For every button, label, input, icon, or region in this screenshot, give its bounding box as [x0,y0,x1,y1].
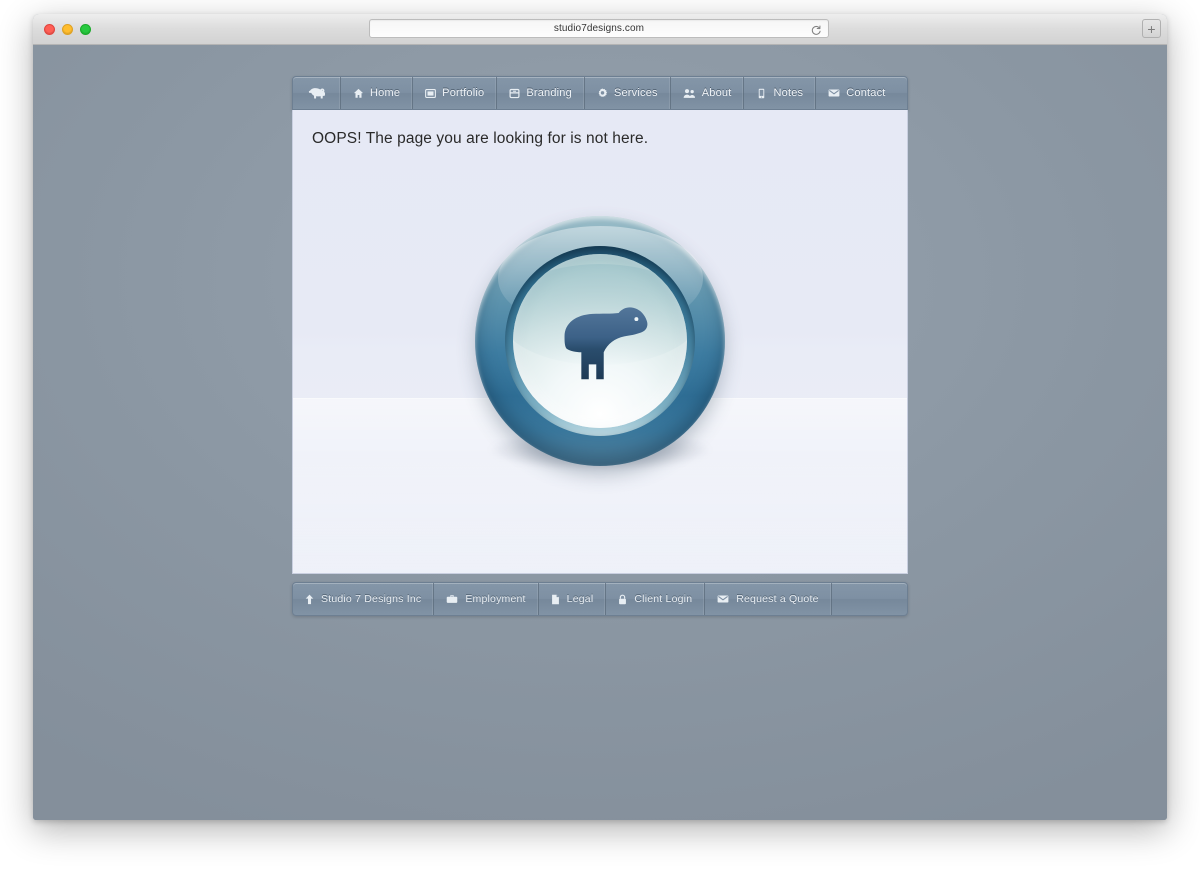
new-tab-button[interactable]: + [1142,19,1161,38]
nav-item-services[interactable]: Services [585,77,671,109]
briefcase-icon [446,594,458,604]
footer-item-legal[interactable]: Legal [539,583,607,615]
nav-item-label: Branding [526,87,572,99]
nav-item-label: Portfolio [442,87,485,99]
footer-item-label: Employment [465,593,526,605]
footer-item-studio-7-designs-inc[interactable]: Studio 7 Designs Inc [293,583,435,615]
website-container: Home Portfolio Branding Services About N… [292,76,908,616]
browser-titlebar: studio7designs.com + [33,14,1167,45]
footer-empty-segment [832,583,907,615]
nav-item-contact[interactable]: Contact [816,77,897,109]
nav-item-label: Services [613,87,658,99]
close-window-button[interactable] [44,24,55,35]
address-bar[interactable]: studio7designs.com [369,19,829,38]
browser-viewport: Home Portfolio Branding Services About N… [33,45,1167,820]
footer-item-label: Client Login [634,593,693,605]
gear-icon [597,88,608,99]
main-navigation: Home Portfolio Branding Services About N… [292,76,908,110]
footer-item-label: Request a Quote [736,593,819,605]
minimize-window-button[interactable] [62,24,73,35]
footer-item-client-login[interactable]: Client Login [606,583,706,615]
footer-navigation: Studio 7 Designs Inc Employment Legal Cl… [292,582,908,616]
envelope-icon [717,594,729,604]
reload-icon[interactable] [810,23,822,35]
home-icon [353,88,364,99]
nav-item-home[interactable]: Home [341,77,414,109]
box-icon [509,88,520,99]
url-text: studio7designs.com [553,23,645,34]
window-controls [44,24,91,35]
image-frame-icon [425,88,437,99]
footer-item-employment[interactable]: Employment [434,583,539,615]
document-icon [551,594,560,605]
bear-badge-icon [475,216,725,470]
nav-item-notes[interactable]: Notes [744,77,817,109]
footer-item-request-a-quote[interactable]: Request a Quote [705,583,832,615]
badge-inner-dish [513,254,687,428]
badge-inner-rim [505,246,695,436]
content-panel: OOPS! The page you are looking for is no… [292,110,908,574]
nav-item-label: Home [370,87,401,99]
nav-item-portfolio[interactable]: Portfolio [413,77,498,109]
bear-silhouette-icon [564,307,648,380]
envelope-icon [828,88,840,98]
nav-item-about[interactable]: About [671,77,745,109]
footer-item-label: Studio 7 Designs Inc [321,593,422,605]
notepad-icon [756,88,767,99]
arrow-up-icon [305,594,314,605]
lock-icon [618,594,627,605]
error-message: OOPS! The page you are looking for is no… [312,130,649,147]
nav-item-label: About [701,87,732,99]
maximize-window-button[interactable] [80,24,91,35]
browser-window: studio7designs.com + Home Portfolio Bran… [33,14,1167,820]
nav-item-label: Notes [773,87,804,99]
nav-item-branding[interactable]: Branding [497,77,585,109]
bear-logo-icon [306,86,328,101]
nav-item-logo[interactable] [293,77,341,109]
footer-item-label: Legal [566,593,594,605]
people-icon [683,88,696,99]
nav-item-label: Contact [846,87,886,99]
